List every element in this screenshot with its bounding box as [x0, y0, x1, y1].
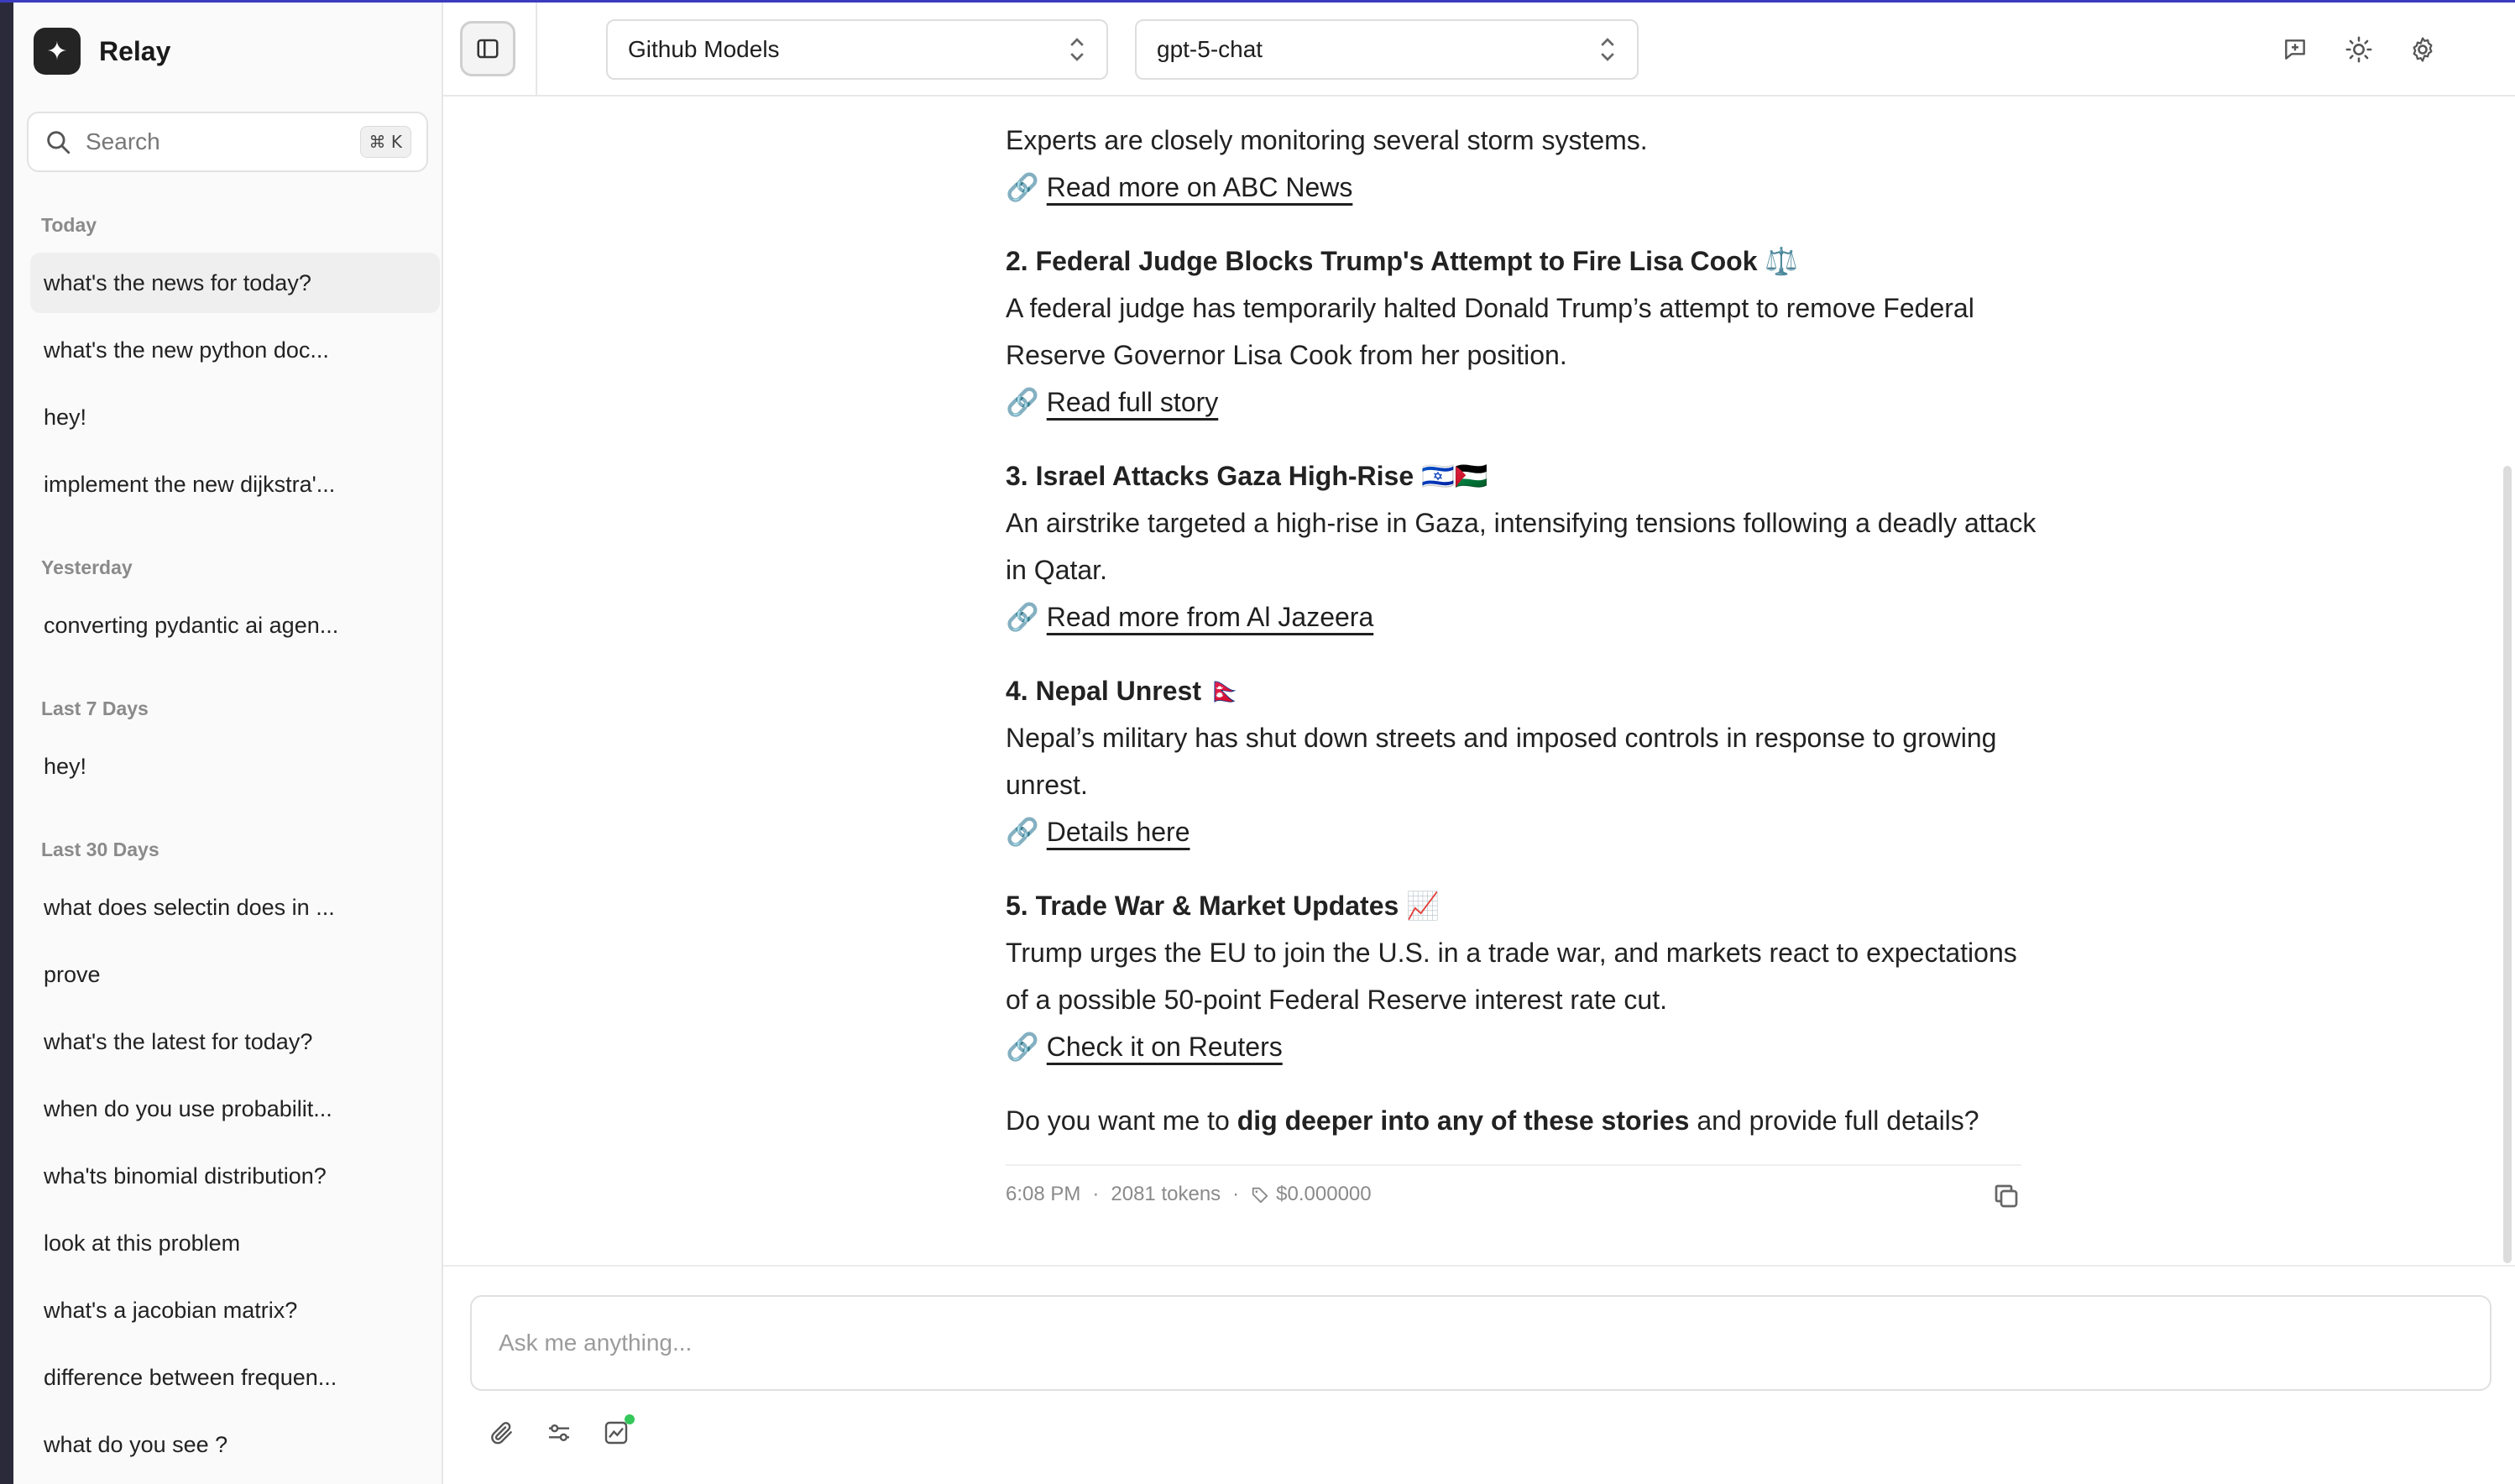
sliders-icon: [549, 1424, 569, 1441]
link-line: 🔗 Read more from Al Jazeera: [1006, 593, 2038, 640]
source-link[interactable]: Read more on ABC News: [1047, 172, 1353, 202]
settings-gear-icon: [2413, 37, 2433, 62]
closing-question: Do you want me to dig deeper into any of…: [1006, 1097, 2038, 1144]
story-body: Nepal’s military has shut down streets a…: [1006, 723, 1997, 800]
chat-item[interactable]: wha'ts binomial distribution?: [30, 1146, 440, 1206]
chevron-updown-icon: [1601, 38, 1614, 61]
chat-item[interactable]: implement the new dijkstra'...: [30, 454, 440, 515]
model-select[interactable]: gpt-5-chat: [1135, 19, 1639, 80]
app-name: Relay: [99, 35, 171, 66]
chat-item[interactable]: hey!: [30, 387, 440, 447]
tools-button[interactable]: [599, 1414, 635, 1450]
model-select-value: gpt-5-chat: [1157, 36, 1263, 62]
chat-item[interactable]: what does selectin does in ...: [30, 877, 440, 938]
link-line: 🔗 Check it on Reuters: [1006, 1023, 2038, 1070]
image-tool-icon: [604, 1421, 628, 1445]
link-line: 🔗 Details here: [1006, 808, 2038, 855]
link-line: 🔗 Read full story: [1006, 379, 2038, 426]
assistant-message: Experts are closely monitoring several s…: [1006, 117, 2038, 1144]
scrollbar[interactable]: [2503, 466, 2512, 1263]
group-label-last-7-days: Last 7 Days: [41, 698, 149, 719]
meta-separator: ·: [1092, 1183, 1100, 1205]
link-glyph-icon: 🔗: [1006, 172, 1039, 202]
story-body: Trump urges the EU to join the U.S. in a…: [1006, 938, 2017, 1015]
new-chat-button[interactable]: [2278, 33, 2312, 66]
app-window: ✦ Relay Search ⌘ K Today what's the news…: [0, 0, 2515, 1484]
main-panel: Github Models gpt-5-chat Experts are clo…: [443, 3, 2515, 1484]
chat-item[interactable]: hey!: [30, 736, 440, 797]
cost-tag-icon: [1252, 1187, 1268, 1204]
sidebar-toggle-icon: [477, 39, 499, 59]
story-title: 3. Israel Attacks Gaza High-Rise 🇮🇱🇵🇸: [1006, 461, 1488, 491]
closing-suffix: and provide full details?: [1689, 1105, 1979, 1136]
message-input[interactable]: Ask me anything...: [470, 1295, 2491, 1391]
link-glyph-icon: 🔗: [1006, 387, 1039, 417]
story-title: 4. Nepal Unrest 🇳🇵: [1006, 676, 1242, 706]
source-link[interactable]: Details here: [1047, 817, 1190, 847]
search-input[interactable]: Search ⌘ K: [27, 112, 428, 172]
chat-item[interactable]: what's a jacobian matrix?: [30, 1280, 440, 1340]
story-body: An airstrike targeted a high-rise in Gaz…: [1006, 508, 2037, 585]
search-placeholder: Search: [86, 128, 160, 154]
message-list: Experts are closely monitoring several s…: [443, 97, 2515, 1265]
link-glyph-icon: 🔗: [1006, 602, 1039, 632]
copy-icon[interactable]: [1991, 1181, 2021, 1211]
chat-item[interactable]: what's the latest for today?: [30, 1011, 440, 1072]
chat-item[interactable]: look at this problem: [30, 1213, 440, 1273]
sparkle-logo-icon: ✦: [34, 28, 81, 75]
sidebar: ✦ Relay Search ⌘ K Today what's the news…: [13, 3, 443, 1484]
story-title: 5. Trade War & Market Updates 📈: [1006, 891, 1441, 921]
message-text: Experts are closely monitoring several s…: [1006, 125, 1648, 155]
link-line: 🔗 Read more on ABC News: [1006, 164, 2038, 211]
group-label-today: Today: [41, 214, 97, 236]
group-label-yesterday: Yesterday: [41, 556, 133, 578]
group-label-last-30-days: Last 30 Days: [41, 839, 159, 860]
chat-item[interactable]: when do you use probabilit...: [30, 1079, 440, 1139]
search-shortcut: ⌘ K: [359, 126, 411, 158]
chat-item[interactable]: what's the new python doc...: [30, 320, 440, 380]
provider-select-value: Github Models: [628, 36, 780, 62]
closing-bold: dig deeper into any of these stories: [1237, 1105, 1690, 1136]
theme-sun-icon: [2345, 36, 2372, 63]
token-count: 2081 tokens: [1111, 1183, 1221, 1205]
theme-toggle-button[interactable]: [2342, 33, 2376, 66]
composer-area: Ask me anything...: [443, 1265, 2515, 1484]
toggle-sidebar-button[interactable]: [460, 21, 515, 76]
closing-prefix: Do you want me to: [1006, 1105, 1237, 1136]
message-cost: $0.000000: [1276, 1183, 1372, 1205]
chat-item[interactable]: difference between frequen...: [30, 1347, 440, 1408]
chevron-updown-icon: [1070, 38, 1084, 61]
story-title: 2. Federal Judge Blocks Trump's Attempt …: [1006, 246, 1799, 276]
provider-select[interactable]: Github Models: [606, 19, 1108, 80]
message-meta: 6:08 PM · 2081 tokens · $0.000000: [1006, 1164, 2021, 1208]
link-glyph-icon: 🔗: [1006, 817, 1039, 847]
source-link[interactable]: Read more from Al Jazeera: [1047, 602, 1374, 632]
link-glyph-icon: 🔗: [1006, 1032, 1039, 1062]
paperclip-icon: [491, 1422, 512, 1445]
source-link[interactable]: Read full story: [1047, 387, 1219, 417]
options-button[interactable]: [542, 1416, 576, 1450]
chat-item[interactable]: converting pydantic ai agen...: [30, 595, 440, 656]
brand: ✦ Relay: [34, 28, 170, 75]
settings-button[interactable]: [2406, 33, 2439, 66]
story-body: A federal judge has temporarily halted D…: [1006, 293, 1974, 370]
topbar: Github Models gpt-5-chat: [443, 3, 2515, 97]
attach-button[interactable]: [485, 1416, 519, 1450]
meta-separator: ·: [1232, 1183, 1240, 1205]
status-dot: [625, 1414, 635, 1424]
source-link[interactable]: Check it on Reuters: [1047, 1032, 1283, 1062]
topbar-divider: [536, 3, 537, 97]
new-chat-icon: [2285, 39, 2305, 60]
window-edge: [0, 3, 13, 1484]
chat-item[interactable]: what's the news for today?: [30, 253, 440, 313]
search-icon: [47, 131, 71, 154]
chat-item[interactable]: prove: [30, 944, 440, 1005]
chat-item[interactable]: what do you see ?: [30, 1414, 440, 1475]
message-time: 6:08 PM: [1006, 1183, 1081, 1205]
